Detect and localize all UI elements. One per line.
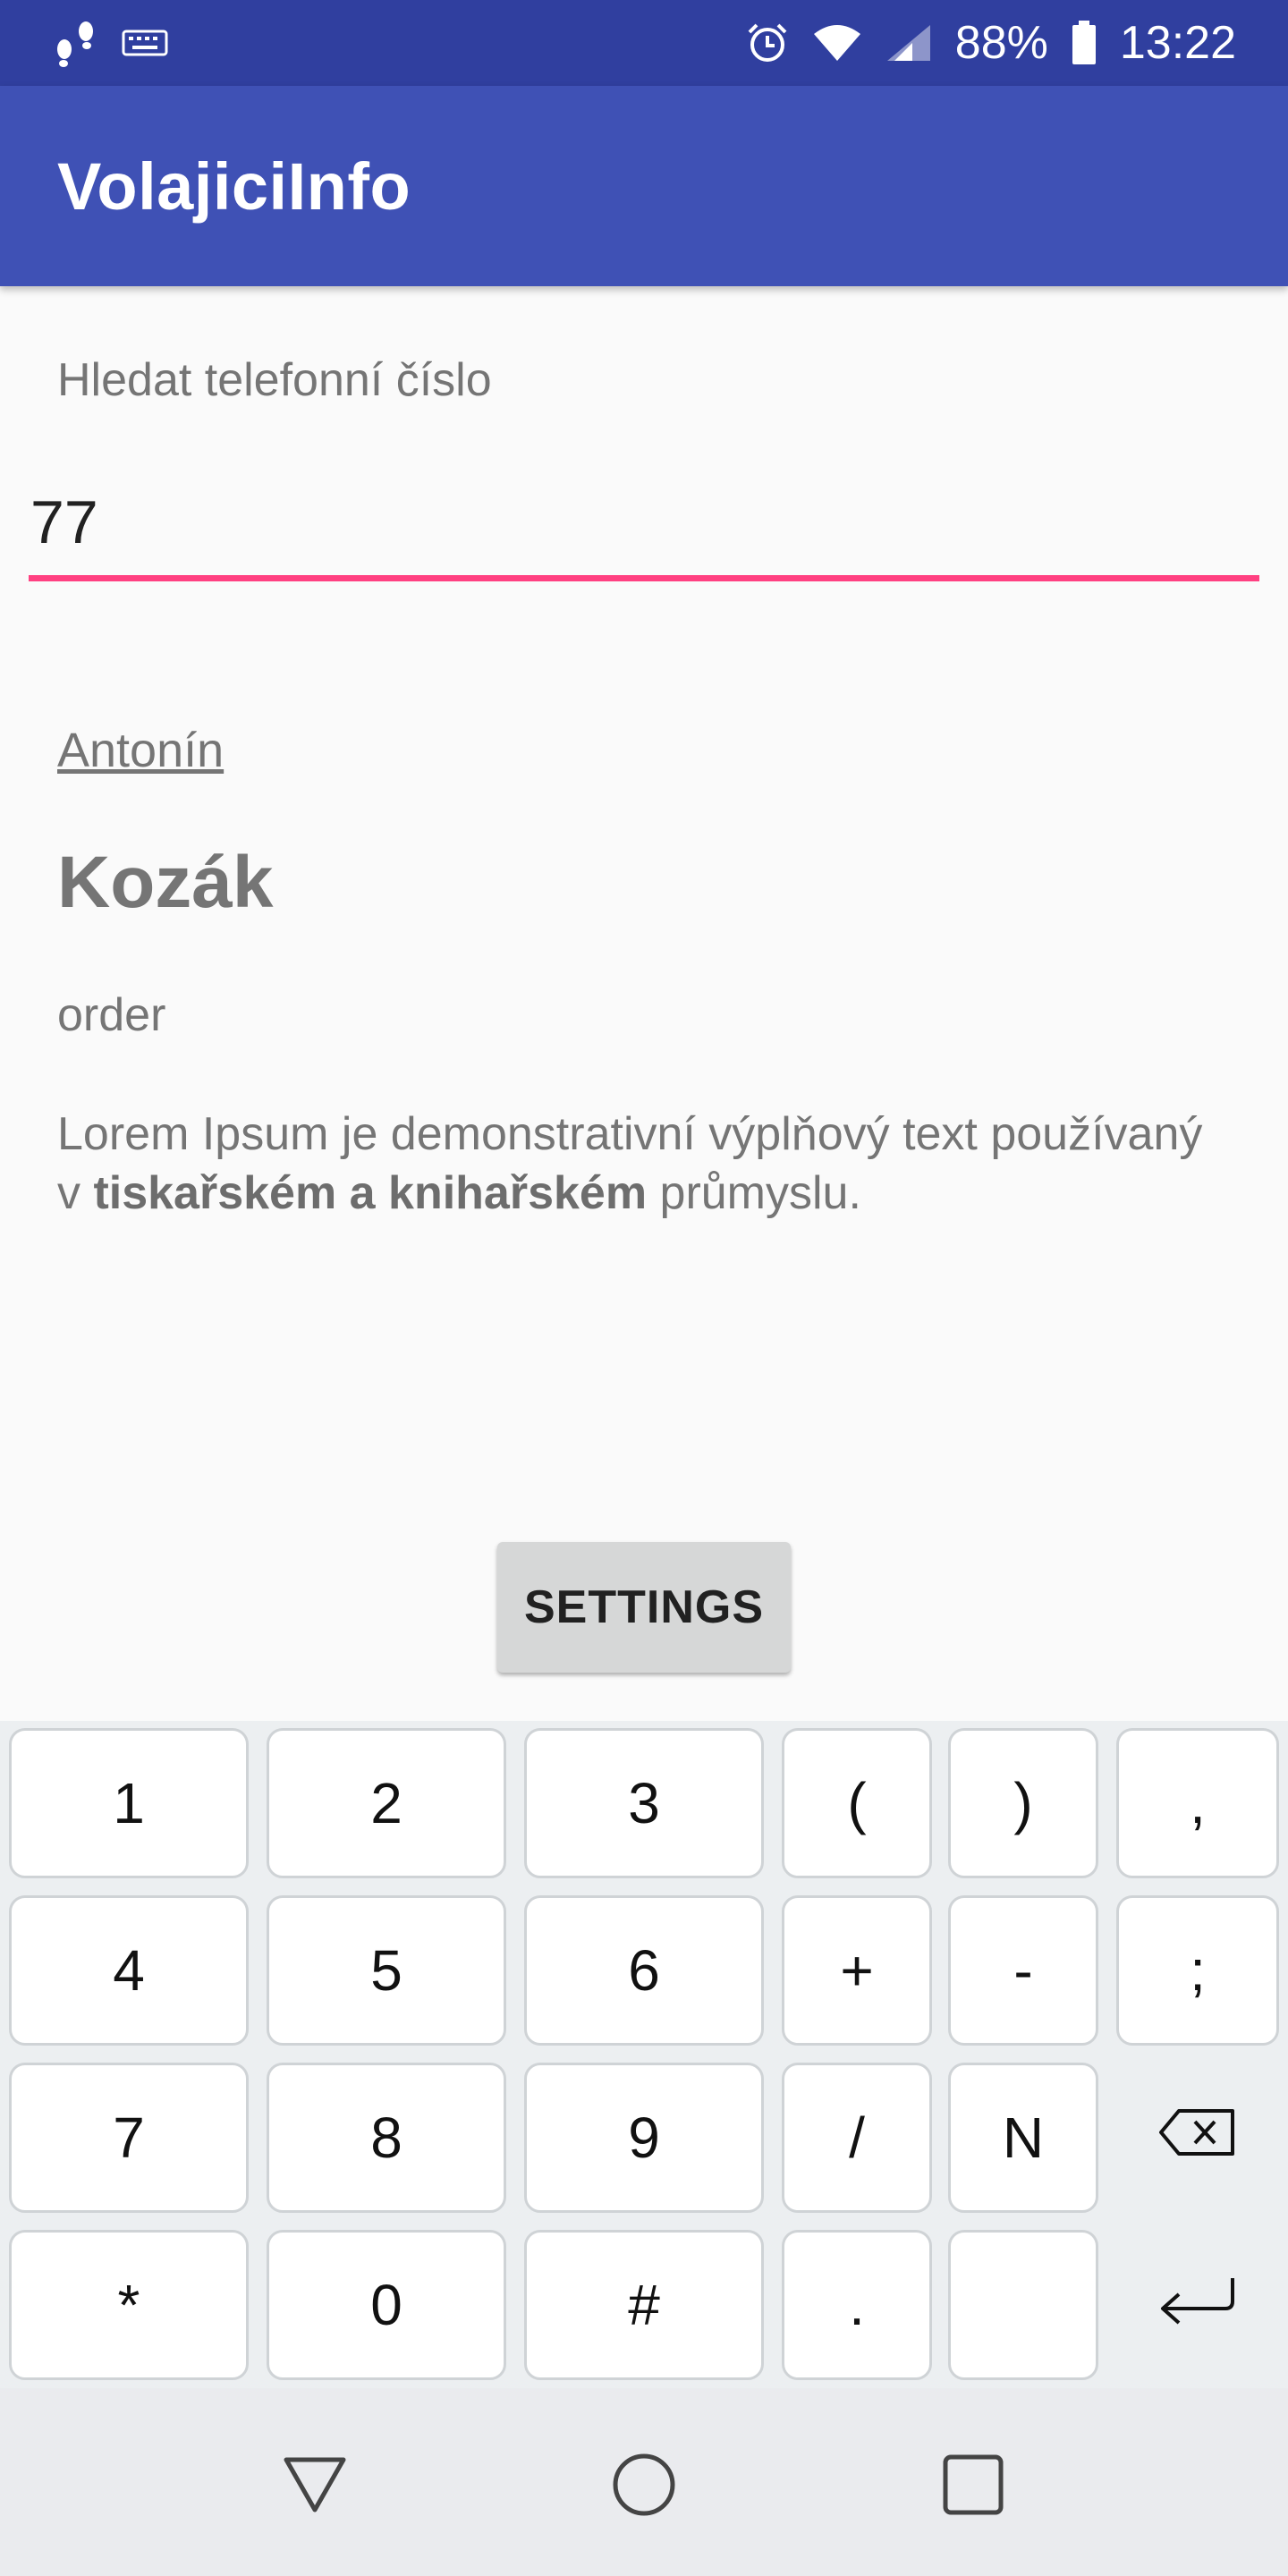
home-circle-icon xyxy=(612,2453,676,2521)
key-2[interactable]: 2 xyxy=(267,1728,506,1878)
key-semicolon[interactable]: ; xyxy=(1116,1895,1279,2046)
keyboard-icon xyxy=(122,30,168,56)
contact-first-name-link[interactable]: Antonín xyxy=(57,723,224,778)
back-button[interactable] xyxy=(279,2451,351,2522)
backspace-icon xyxy=(1157,2105,1238,2171)
key-7[interactable]: 7 xyxy=(9,2063,249,2213)
enter-icon xyxy=(1157,2272,1238,2338)
footsteps-icon xyxy=(52,17,98,69)
contact-order: order xyxy=(57,989,166,1041)
phone-search-input[interactable] xyxy=(29,470,1259,581)
key-8[interactable]: 8 xyxy=(267,2063,506,2213)
battery-icon xyxy=(1072,21,1097,65)
home-button[interactable] xyxy=(608,2451,680,2522)
key-space[interactable] xyxy=(948,2230,1098,2380)
battery-percentage: 88% xyxy=(954,17,1048,69)
key-slash[interactable]: / xyxy=(782,2063,932,2213)
search-label: Hledat telefonní číslo xyxy=(57,354,492,406)
key-period[interactable]: . xyxy=(782,2230,932,2380)
enter-key[interactable] xyxy=(1116,2230,1279,2380)
key-asterisk[interactable]: * xyxy=(9,2230,249,2380)
key-minus[interactable]: - xyxy=(948,1895,1098,2046)
back-triangle-icon xyxy=(283,2456,347,2518)
key-0[interactable]: 0 xyxy=(267,2230,506,2380)
key-n[interactable]: N xyxy=(948,2063,1098,2213)
key-close-paren[interactable]: ) xyxy=(948,1728,1098,1878)
wifi-icon xyxy=(812,23,862,63)
main-content: Hledat telefonní číslo Antonín Kozák ord… xyxy=(0,286,1288,1722)
app-title: VolajiciInfo xyxy=(57,148,411,224)
numeric-keyboard: 1 2 3 ( ) , 4 5 6 + - ; 7 8 9 / N * 0 # … xyxy=(0,1721,1288,2388)
key-9[interactable]: 9 xyxy=(524,2063,764,2213)
key-5[interactable]: 5 xyxy=(267,1895,506,2046)
signal-icon xyxy=(886,23,932,63)
app-bar: VolajiciInfo xyxy=(0,86,1288,286)
description-text-end: průmyslu. xyxy=(647,1167,861,1219)
key-6[interactable]: 6 xyxy=(524,1895,764,2046)
status-bar: 88% 13:22 xyxy=(0,0,1288,86)
key-3[interactable]: 3 xyxy=(524,1728,764,1878)
alarm-icon xyxy=(746,21,789,64)
contact-last-name: Kozák xyxy=(57,842,274,923)
key-4[interactable]: 4 xyxy=(9,1895,249,2046)
recents-button[interactable] xyxy=(937,2451,1009,2522)
contact-description: Lorem Ipsum je demonstrativní výplňový t… xyxy=(57,1105,1238,1223)
recents-square-icon xyxy=(943,2454,1004,2520)
clock: 13:22 xyxy=(1119,17,1236,69)
backspace-key[interactable] xyxy=(1116,2063,1279,2213)
description-bold-text: tiskařském a knihařském xyxy=(93,1167,648,1219)
key-1[interactable]: 1 xyxy=(9,1728,249,1878)
settings-button[interactable]: SETTINGS xyxy=(497,1542,791,1673)
key-comma[interactable]: , xyxy=(1116,1728,1279,1878)
key-hash[interactable]: # xyxy=(524,2230,764,2380)
key-open-paren[interactable]: ( xyxy=(782,1728,932,1878)
key-plus[interactable]: + xyxy=(782,1895,932,2046)
navigation-bar xyxy=(0,2388,1288,2576)
